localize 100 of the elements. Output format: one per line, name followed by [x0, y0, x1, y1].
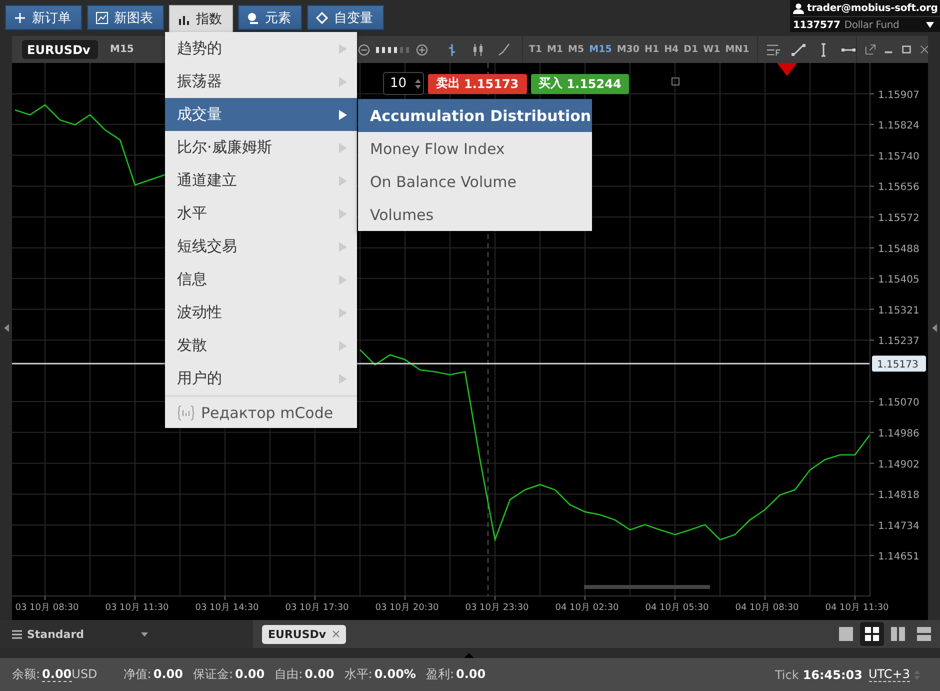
code-icon	[177, 404, 195, 420]
price-axis-label: 1.15572	[878, 213, 920, 224]
zoom-scale-icon	[376, 46, 410, 52]
zoom-in-icon[interactable]	[416, 44, 428, 56]
price-axis-label: 1.15907	[878, 90, 920, 101]
maximize-icon[interactable]	[901, 44, 912, 55]
price-axis-label: 1.15070	[878, 398, 920, 409]
columns-layout-icon	[891, 627, 905, 641]
toolbar-button[interactable]: 新图表	[87, 5, 164, 30]
caret-icon	[926, 22, 934, 28]
menu-icon	[12, 630, 22, 638]
chart-tab[interactable]: EURUSDv	[262, 624, 346, 644]
price-axis-label: 1.15488	[878, 244, 920, 255]
candlestick-icon[interactable]	[472, 42, 484, 56]
submenu-item[interactable]: Accumulation Distribution	[358, 99, 592, 132]
timeframe-tab[interactable]: D1	[684, 44, 698, 55]
toolbar-button[interactable]: 元素	[238, 5, 302, 30]
clock-time: 16:45:03	[802, 668, 863, 682]
submenu-arrow-icon	[339, 110, 347, 120]
submenu-arrow-icon	[339, 308, 347, 318]
price-axis-label: 1.14986	[878, 428, 920, 440]
plus-icon	[14, 12, 26, 24]
submenu-arrow-icon	[339, 142, 347, 152]
time-axis-label: 03 10月 11:30	[105, 603, 169, 613]
menu-item[interactable]: 比尔·威廉姆斯	[165, 131, 357, 164]
price-axis-label: 1.15824	[878, 120, 920, 132]
timeframe-tab[interactable]: M15	[589, 44, 612, 55]
toolbar-button[interactable]: 指数	[169, 5, 233, 33]
symbol-select[interactable]: EURUSDv	[22, 40, 98, 59]
timeframe-tab[interactable]: T1	[528, 44, 542, 55]
shapes-icon	[247, 12, 259, 24]
time-axis-label: 03 10月 17:30	[285, 603, 349, 613]
bar-chart-icon	[178, 13, 190, 25]
fibonacci-icon[interactable]	[766, 42, 782, 56]
submenu-arrow-icon	[339, 208, 347, 218]
period-label: M15	[110, 44, 134, 55]
timeframe-tab[interactable]: W1	[703, 44, 720, 55]
menu-item[interactable]: Редактор mCode	[165, 395, 357, 428]
menu-item[interactable]: 水平	[165, 197, 357, 230]
triangle-marker-icon	[777, 63, 797, 76]
price-axis-label: 1.14818	[878, 490, 920, 502]
timeframe-tab[interactable]: M5	[568, 44, 584, 55]
menu-item[interactable]: 波动性	[165, 296, 357, 329]
layout-button[interactable]	[860, 622, 884, 646]
trend-line-icon[interactable]	[791, 42, 806, 56]
timeframe-tab[interactable]: H4	[664, 44, 679, 55]
account-panel[interactable]: trader@mobius-soft.org 1137577 Dollar Fund	[790, 0, 940, 32]
detach-icon[interactable]	[865, 44, 876, 55]
rows-layout-icon	[917, 627, 931, 641]
timeframe-tab[interactable]: M1	[546, 44, 564, 55]
timeframe-tab[interactable]: M30	[616, 44, 640, 55]
menu-item[interactable]: 成交量	[165, 98, 357, 131]
menu-item[interactable]: 信息	[165, 263, 357, 296]
close-icon[interactable]	[919, 44, 930, 55]
profile-select[interactable]: Standard	[0, 620, 253, 648]
submenu-item[interactable]: Money Flow Index	[358, 132, 592, 165]
price-axis-label: 1.15237	[878, 336, 920, 348]
price-axis-label: 1.14651	[878, 552, 920, 563]
menu-item[interactable]: 用户的	[165, 362, 357, 395]
expand-arrow-icon[interactable]	[4, 324, 8, 332]
price-axis-label: 1.14902	[878, 459, 920, 470]
square-icon	[672, 78, 680, 86]
toolbar-button[interactable]: 自变量	[307, 5, 384, 30]
close-icon[interactable]	[332, 630, 340, 638]
menu-item[interactable]: 通道建立	[165, 164, 357, 197]
status-item: 保证金: 0.00	[192, 666, 265, 683]
diamond-icon	[316, 12, 328, 24]
zoom-out-icon[interactable]	[358, 44, 370, 56]
buy-button[interactable]: 买入 1.15244	[530, 74, 630, 94]
submenu-arrow-icon	[339, 374, 347, 384]
toolbar-button[interactable]: 新订单	[5, 5, 82, 30]
collapse-arrow-icon[interactable]	[932, 324, 936, 332]
timeframe-tab[interactable]: H1	[644, 44, 660, 55]
time-axis-label: 03 10月 14:30	[195, 603, 259, 613]
account-number: 1137577	[793, 20, 840, 30]
tick-label: Tick	[774, 668, 799, 682]
time-axis-label: 04 10月 05:30	[645, 603, 709, 613]
menu-item[interactable]: 振荡器	[165, 65, 357, 98]
status-item: 余额: 0.00USD	[12, 666, 98, 683]
submenu-arrow-icon	[339, 340, 347, 350]
sell-button[interactable]: 卖出 1.15173	[428, 74, 527, 94]
status-item: 净值: 0.00	[123, 666, 183, 683]
time-axis-label: 04 10月 08:30	[735, 603, 799, 613]
scrollbar-thumb[interactable]	[584, 585, 710, 589]
price-axis-label: 1.15740	[878, 151, 920, 162]
submenu-item[interactable]: On Balance Volume	[358, 165, 592, 198]
submenu-arrow-icon	[339, 44, 347, 54]
submenu-arrow-icon	[339, 76, 347, 86]
menu-item[interactable]: 发散	[165, 329, 357, 362]
user-icon	[793, 2, 804, 14]
timeframe-tab[interactable]: MN1	[725, 44, 750, 55]
time-axis-label: 04 10月 11:30	[825, 603, 889, 613]
menu-item[interactable]: 趋势的	[165, 32, 357, 65]
timezone-select[interactable]: UTC+3	[868, 667, 910, 682]
status-item: 水平: 0.00%	[344, 666, 416, 683]
menu-item[interactable]: 短线交易	[165, 230, 357, 263]
volume-field[interactable]: 10	[383, 72, 424, 95]
submenu-item[interactable]: Volumes	[358, 198, 592, 231]
line-chart-icon[interactable]	[498, 42, 510, 56]
time-axis-label: 03 10月 20:30	[375, 603, 439, 613]
